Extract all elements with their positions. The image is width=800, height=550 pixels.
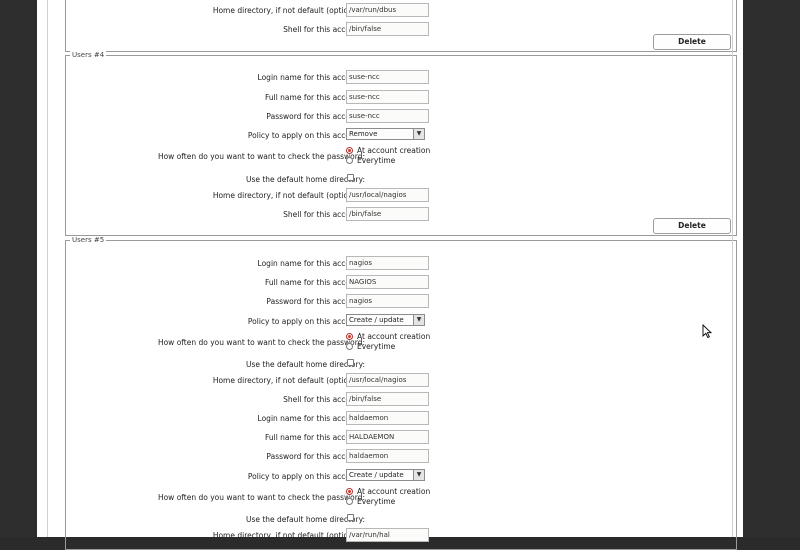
page-content[interactable]: Home directory, if not default (optional… — [37, 0, 743, 550]
check-password-row: How often do you want to want to check t… — [66, 146, 736, 168]
policy-select-value: Create / update — [349, 316, 404, 324]
radio-everytime[interactable] — [346, 343, 353, 350]
password-row: Password for this account: suse-ncc — [66, 109, 736, 127]
fullname-input[interactable]: NAGIOS — [346, 275, 429, 289]
fullname-input[interactable]: suse-ncc — [346, 90, 429, 104]
shell-row: Shell for this account: /bin/false — [66, 22, 736, 40]
radio-everytime[interactable] — [346, 498, 353, 505]
login-input[interactable]: suse-ncc — [346, 70, 429, 84]
home-dir-input[interactable]: /usr/local/nagios — [346, 373, 429, 387]
check-password-radio-group: At account creation Everytime — [346, 146, 466, 166]
home-dir-input[interactable]: /var/run/dbus — [346, 3, 429, 17]
check-password-label: How often do you want to want to check t… — [157, 493, 365, 502]
radio-at-creation[interactable] — [346, 147, 353, 154]
policy-row: Policy to apply on this account: Create … — [66, 314, 736, 332]
users-5-legend: Users #5 — [70, 236, 107, 245]
delete-button[interactable]: Delete — [653, 218, 731, 234]
users-4-legend: Users #4 — [70, 51, 107, 60]
default-home-checkbox[interactable] — [347, 514, 354, 521]
login-input[interactable]: nagios — [346, 256, 429, 270]
check-password-label: How often do you want to want to check t… — [157, 152, 365, 161]
shell-row: Shell for this account: /bin/false — [66, 207, 736, 225]
home-dir-row: Home directory, if not default (optional… — [66, 373, 736, 391]
fullname-row: Full name for this account: NAGIOS — [66, 275, 736, 293]
chevron-down-icon: ▼ — [413, 129, 424, 139]
check-password-radio-group: At account creation Everytime — [346, 487, 466, 507]
login-row: Login name for this account: suse-ncc — [66, 70, 736, 88]
users-4-fieldset: Users #4 Login name for this account: su… — [65, 51, 737, 236]
home-dir-label: Home directory, if not default (optional… — [212, 191, 365, 200]
password-input[interactable]: nagios — [346, 294, 429, 308]
radio-at-creation-label[interactable]: At account creation — [357, 146, 430, 155]
password-input[interactable]: suse-ncc — [346, 109, 429, 123]
default-home-checkbox[interactable] — [347, 359, 354, 366]
default-home-checkbox[interactable] — [347, 174, 354, 181]
check-password-row: How often do you want to want to check t… — [66, 332, 736, 354]
policy-select-value: Create / update — [349, 471, 404, 479]
policy-select[interactable]: Create / update ▼ — [346, 314, 425, 326]
home-dir-row: Home directory, if not default (optional… — [66, 528, 736, 546]
policy-select[interactable]: Remove ▼ — [346, 128, 425, 140]
check-password-radio-group: At account creation Everytime — [346, 332, 466, 352]
home-dir-label: Home directory, if not default (optional… — [212, 6, 365, 15]
login-row: Login name for this account: haldaemon — [66, 411, 736, 429]
radio-at-creation-label[interactable]: At account creation — [357, 332, 430, 341]
chevron-down-icon: ▼ — [413, 470, 424, 480]
right-dark-margin — [743, 0, 800, 537]
left-dark-margin — [0, 0, 37, 537]
login-input[interactable]: haldaemon — [346, 411, 429, 425]
home-dir-row: Home directory, if not default (optional… — [66, 188, 736, 206]
chevron-down-icon: ▼ — [413, 315, 424, 325]
home-dir-label: Home directory, if not default (optional… — [212, 531, 365, 540]
policy-row: Policy to apply on this account: Remove … — [66, 128, 736, 146]
shell-input[interactable]: /bin/false — [346, 392, 429, 406]
home-dir-row: Home directory, if not default (optional… — [66, 3, 736, 21]
password-row: Password for this account: haldaemon — [66, 449, 736, 467]
password-input[interactable]: haldaemon — [346, 449, 429, 463]
shell-input[interactable]: /bin/false — [346, 207, 429, 221]
home-dir-label: Home directory, if not default (optional… — [212, 376, 365, 385]
radio-at-creation[interactable] — [346, 333, 353, 340]
mouse-cursor-icon — [702, 324, 712, 338]
policy-row: Policy to apply on this account: Create … — [66, 469, 736, 487]
shell-input[interactable]: /bin/false — [346, 22, 429, 36]
radio-everytime-label[interactable]: Everytime — [357, 156, 395, 165]
fullname-row: Full name for this account: suse-ncc — [66, 90, 736, 108]
policy-select-value: Remove — [349, 130, 378, 138]
check-password-label: How often do you want to want to check t… — [157, 338, 365, 347]
radio-at-creation[interactable] — [346, 488, 353, 495]
fullname-row: Full name for this account: HALDAEMON — [66, 430, 736, 448]
password-row: Password for this account: nagios — [66, 294, 736, 312]
policy-select[interactable]: Create / update ▼ — [346, 469, 425, 481]
users-3-fieldset: Home directory, if not default (optional… — [65, 0, 737, 52]
delete-button[interactable]: Delete — [653, 34, 731, 50]
users-5-fieldset: Users #5 Login name for this account: na… — [65, 236, 737, 550]
radio-everytime[interactable] — [346, 157, 353, 164]
radio-everytime-label[interactable]: Everytime — [357, 342, 395, 351]
home-dir-input[interactable]: /var/run/hal — [346, 528, 429, 542]
login-row: Login name for this account: nagios — [66, 256, 736, 274]
shell-row: Shell for this account: /bin/false — [66, 392, 736, 410]
radio-everytime-label[interactable]: Everytime — [357, 497, 395, 506]
fullname-input[interactable]: HALDAEMON — [346, 430, 429, 444]
home-dir-input[interactable]: /usr/local/nagios — [346, 188, 429, 202]
check-password-row: How often do you want to want to check t… — [66, 487, 736, 509]
radio-at-creation-label[interactable]: At account creation — [357, 487, 430, 496]
